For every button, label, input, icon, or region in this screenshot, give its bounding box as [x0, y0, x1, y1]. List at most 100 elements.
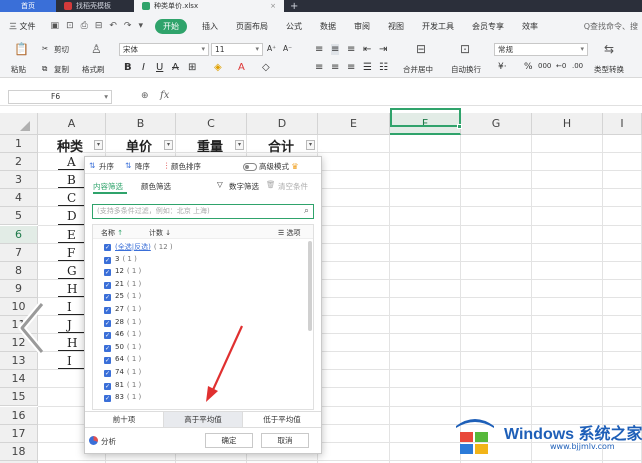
- wrap-text-button[interactable]: 自动换行: [451, 64, 481, 75]
- column-header-e[interactable]: E: [318, 113, 390, 135]
- checkbox[interactable]: ✓: [104, 395, 111, 403]
- export-pdf-icon[interactable]: ⊟: [95, 21, 103, 31]
- clear-filter-button[interactable]: 清空条件: [278, 181, 308, 192]
- align-right-icon[interactable]: ≡: [347, 62, 355, 73]
- select-all-label[interactable]: (全选|反选)( 12 ): [115, 242, 173, 252]
- checkbox[interactable]: ✓: [104, 294, 111, 302]
- row-header-5[interactable]: 5: [0, 207, 38, 226]
- menu-page-layout[interactable]: 页面布局: [227, 21, 277, 32]
- checkbox[interactable]: ✓: [104, 357, 111, 365]
- column-header-g[interactable]: G: [461, 113, 532, 135]
- row-header-4[interactable]: 4: [0, 189, 38, 208]
- checkbox[interactable]: ✓: [104, 382, 111, 390]
- column-header-i[interactable]: I: [603, 113, 642, 135]
- align-center-icon[interactable]: ≡: [331, 62, 339, 73]
- align-left-icon[interactable]: ≡: [315, 62, 323, 73]
- menu-formulas[interactable]: 公式: [277, 21, 311, 32]
- paste-icon[interactable]: 📋: [14, 42, 29, 56]
- row-header-1[interactable]: 1: [0, 135, 38, 154]
- list-item[interactable]: 64( 1 ): [115, 355, 141, 363]
- filter-dropdown-button[interactable]: ▾: [164, 140, 173, 150]
- thousands-button[interactable]: 000: [538, 62, 551, 70]
- format-painter-icon[interactable]: ♙: [91, 42, 102, 56]
- menu-insert[interactable]: 插入: [193, 21, 227, 32]
- column-header-d[interactable]: D: [247, 113, 318, 135]
- row-header-7[interactable]: 7: [0, 243, 38, 262]
- number-filter-button[interactable]: 数字筛选: [229, 181, 259, 192]
- cell-value[interactable]: D: [67, 209, 77, 223]
- menu-data[interactable]: 数据: [311, 21, 345, 32]
- number-format-select[interactable]: 常规 ▾: [494, 43, 588, 56]
- row-header-2[interactable]: 2: [0, 153, 38, 172]
- cell-value[interactable]: I: [67, 300, 72, 314]
- header-cell[interactable]: 重量: [197, 136, 223, 155]
- merge-center-button[interactable]: 合并居中: [403, 64, 433, 75]
- copy-icon[interactable]: ⧉: [42, 64, 47, 74]
- fill-handle[interactable]: [457, 124, 462, 129]
- menu-view[interactable]: 视图: [379, 21, 413, 32]
- advanced-mode-toggle[interactable]: 高级模式 ♛: [243, 161, 299, 172]
- column-header-a[interactable]: A: [38, 113, 106, 135]
- undo-icon[interactable]: ↶: [109, 21, 117, 31]
- ok-button[interactable]: 确定: [205, 433, 253, 448]
- checkbox[interactable]: ✓: [104, 281, 111, 289]
- indent-decrease-icon[interactable]: ⇤: [363, 44, 371, 55]
- checkbox[interactable]: ✓: [104, 370, 111, 377]
- checkbox[interactable]: ✓: [104, 269, 111, 277]
- justify-icon[interactable]: ☰: [363, 62, 372, 73]
- col-name-header[interactable]: 名称 ↑: [101, 228, 123, 238]
- bold-icon[interactable]: B: [124, 62, 132, 73]
- checkbox[interactable]: ✓: [104, 256, 111, 264]
- row-header-8[interactable]: 8: [0, 261, 38, 280]
- filter-dropdown-button[interactable]: ▾: [94, 140, 103, 150]
- tab-content-filter[interactable]: 内容筛选: [93, 181, 123, 192]
- list-item[interactable]: 21( 1 ): [115, 280, 141, 288]
- header-cell[interactable]: 种类: [57, 136, 83, 155]
- font-size-select[interactable]: 11 ▾: [211, 43, 263, 56]
- sort-color-button[interactable]: 颜色排序: [171, 161, 201, 172]
- filter-search-input[interactable]: (支持多条件过滤，例如：北京 上海) ⌕: [92, 204, 314, 219]
- select-all-corner[interactable]: [0, 113, 38, 135]
- sort-asc-button[interactable]: 升序: [99, 161, 114, 172]
- copy-button[interactable]: 复制: [54, 64, 69, 75]
- increase-decimal-icon[interactable]: ←0: [556, 62, 566, 70]
- menu-file[interactable]: 三 文件: [0, 21, 45, 32]
- cell-value[interactable]: I: [67, 354, 72, 368]
- list-scrollbar[interactable]: [308, 241, 312, 331]
- list-item[interactable]: 27( 1 ): [115, 305, 141, 313]
- menu-review[interactable]: 审阅: [345, 21, 379, 32]
- align-bottom-icon[interactable]: ≡: [347, 44, 355, 55]
- cell-value[interactable]: A: [67, 155, 76, 169]
- column-header-b[interactable]: B: [106, 113, 176, 135]
- cut-icon[interactable]: ✂: [42, 44, 48, 53]
- back-chevron-icon[interactable]: [14, 300, 48, 356]
- checkbox[interactable]: ✓: [104, 344, 111, 352]
- options-button[interactable]: ☰ 选项: [278, 228, 301, 238]
- search-command-input[interactable]: Q查找命令、搜: [584, 21, 642, 32]
- cell-value[interactable]: G: [67, 264, 77, 278]
- top-ten-button[interactable]: 前十项: [85, 412, 164, 427]
- row-header-17[interactable]: 17: [0, 424, 38, 443]
- below-average-button[interactable]: 低于平均值: [243, 412, 321, 427]
- cell-value[interactable]: E: [67, 228, 76, 242]
- fx-icon[interactable]: fx: [160, 90, 169, 101]
- row-header-6[interactable]: 6: [0, 225, 38, 244]
- header-cell[interactable]: 合计: [268, 136, 294, 155]
- funnel-icon[interactable]: ▽: [217, 180, 223, 189]
- row-header-3[interactable]: 3: [0, 171, 38, 190]
- merge-icon[interactable]: ⊟: [416, 42, 426, 56]
- font-name-select[interactable]: 宋体 ▾: [119, 43, 209, 56]
- zoom-icon[interactable]: ⊕: [141, 91, 149, 101]
- italic-icon[interactable]: I: [142, 62, 145, 73]
- grow-font-button[interactable]: A⁺: [267, 44, 276, 53]
- header-cell[interactable]: 单价: [126, 136, 152, 155]
- tab-home[interactable]: 首页: [0, 0, 56, 12]
- cut-button[interactable]: 剪切: [54, 44, 69, 55]
- percent-button[interactable]: %: [524, 62, 533, 72]
- menu-efficiency[interactable]: 效率: [513, 21, 547, 32]
- tab-color-filter[interactable]: 颜色筛选: [141, 181, 171, 192]
- clear-format-icon[interactable]: ◇: [262, 62, 270, 73]
- decrease-decimal-icon[interactable]: .00: [572, 62, 583, 70]
- list-item[interactable]: 50( 1 ): [115, 343, 141, 351]
- save-icon[interactable]: ▣: [51, 21, 60, 31]
